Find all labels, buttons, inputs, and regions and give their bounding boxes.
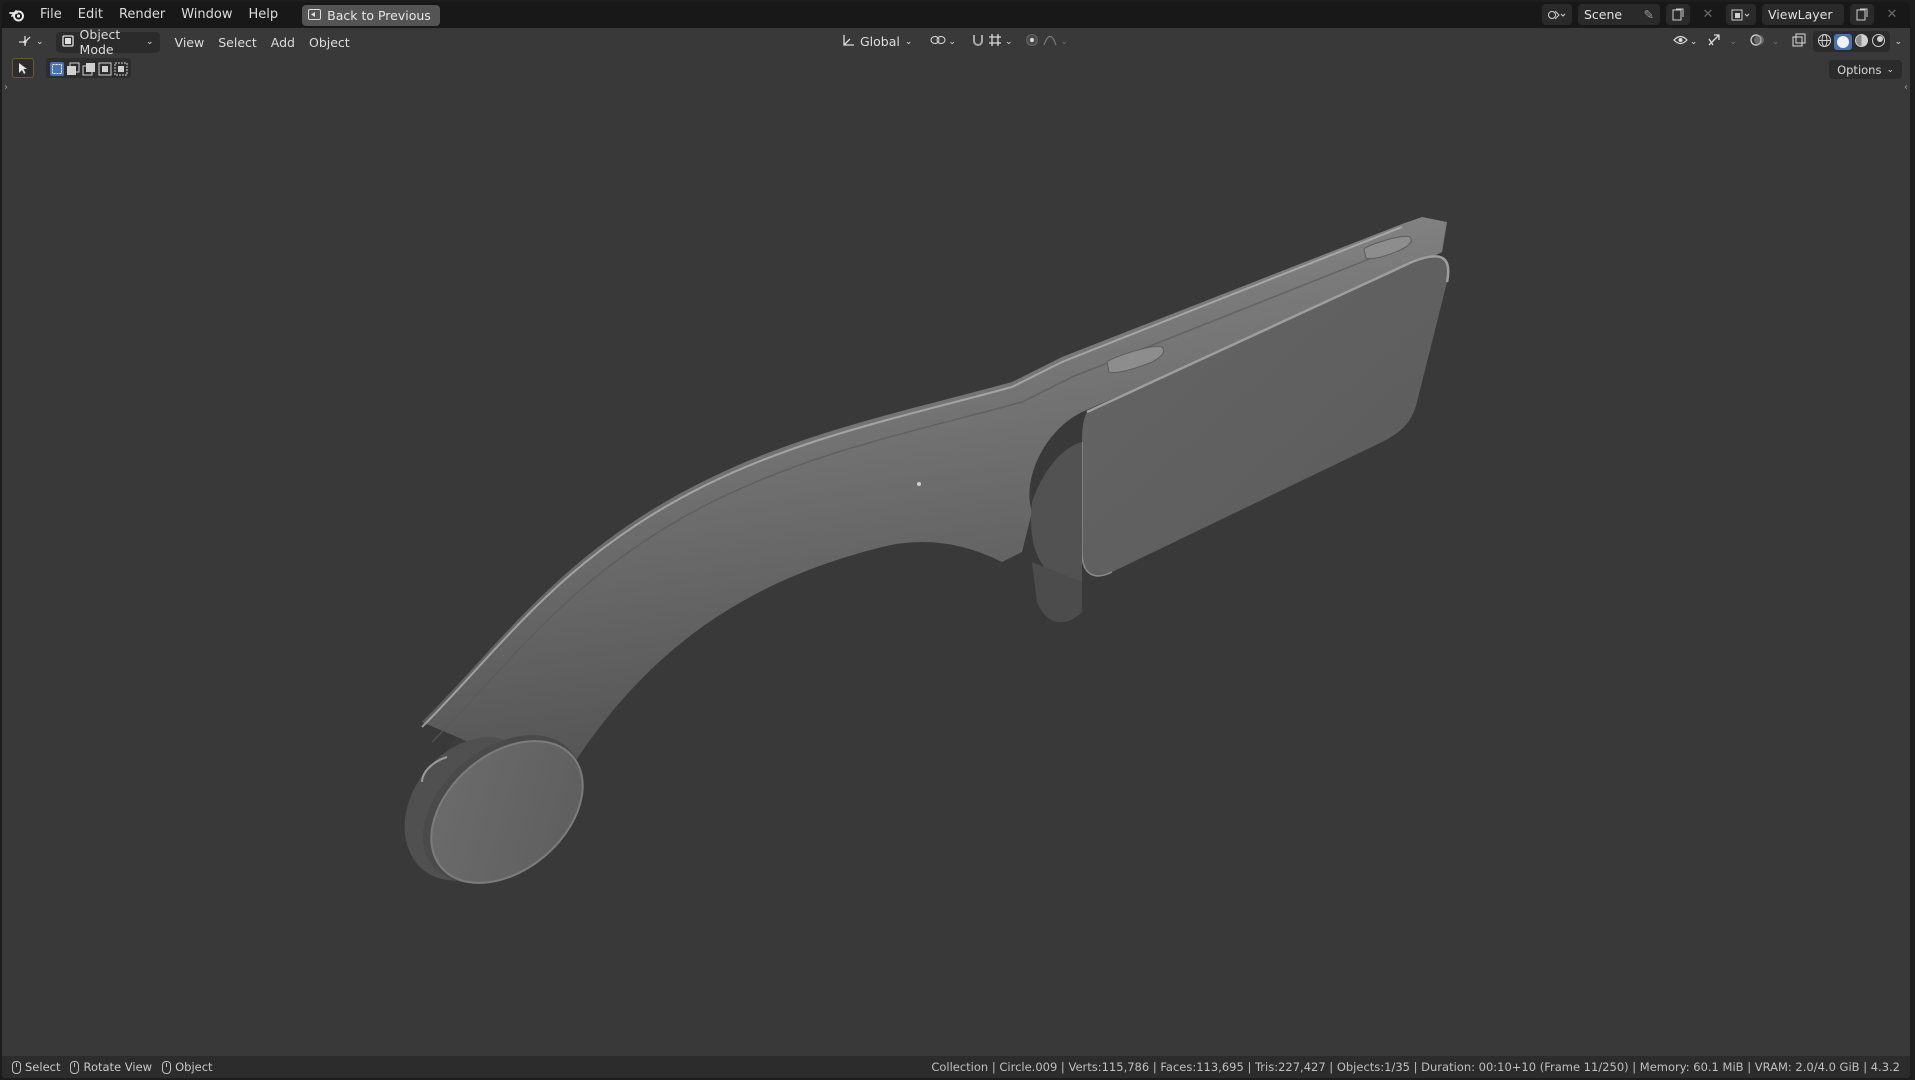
back-to-previous-button[interactable]: Back to Previous [302,4,440,26]
mouse-right-icon [162,1060,172,1074]
hint-label: Select [25,1060,61,1074]
object-mode-icon [61,34,74,50]
chevron-down-icon: ⌄ [36,37,44,47]
status-hint-select: Select [12,1060,60,1074]
options-label: Options [1837,62,1882,77]
solid-shading-icon[interactable] [1834,33,1853,50]
chevron-down-icon[interactable]: ⌄ [1894,37,1902,47]
scene-name-field[interactable]: Scene ✎ [1578,4,1660,25]
falloff-icon[interactable] [1042,34,1057,49]
proportional-editing-controls[interactable]: ⌄ [1022,31,1072,52]
snap-controls[interactable]: ⌄ [968,31,1016,52]
chevron-down-icon: ⌄ [1689,36,1698,47]
hint-label: Object [175,1060,213,1074]
options-dropdown[interactable]: Options ⌄ [1829,60,1902,79]
magnet-icon[interactable] [971,33,985,50]
orientation-axes-icon [842,34,855,50]
visibility-dropdown[interactable]: ⌄ [1670,31,1701,52]
delete-scene-icon[interactable]: ✕ [1696,4,1720,25]
select-invert-icon[interactable] [98,62,112,75]
xray-icon [1792,33,1806,50]
handset-model[interactable] [2,82,1910,1054]
selection-mode-group [46,58,131,78]
view-layer-field[interactable]: ViewLayer [1762,4,1844,25]
menu-file[interactable]: File [32,4,70,26]
chevron-down-icon: ⌄ [1004,36,1013,47]
chevron-down-icon: ⌄ [904,36,913,47]
menu-view[interactable]: View [168,32,212,53]
top-bar: File Edit Render Window Help Back to Pre… [2,2,1910,28]
pivot-link-icon [930,34,946,49]
status-hint-object: Object [162,1060,213,1074]
shading-mode-group [1813,31,1891,52]
3d-viewport-icon [18,34,33,50]
overlays-icon [1750,33,1765,50]
xray-toggle[interactable] [1789,31,1809,52]
overlays-toggle[interactable] [1747,31,1768,52]
back-to-previous-label: Back to Previous [327,7,431,23]
chevron-down-icon: ⌄ [1886,64,1894,75]
toolbar-expand-arrow-icon[interactable]: › [4,82,8,93]
blender-window: File Edit Render Window Help Back to Pre… [2,2,1910,1078]
menu-object[interactable]: Object [302,32,357,53]
status-hint-rotate-view: Rotate View [70,1060,152,1074]
transform-orientation-dropdown[interactable]: Global ⌄ [836,31,918,52]
view-layer-name: ViewLayer [1768,7,1833,22]
eye-icon [1672,34,1688,49]
status-bar: Select Rotate View Object Collection | C… [2,1056,1910,1078]
select-new-icon[interactable] [50,61,64,76]
delete-view-layer-icon[interactable]: ✕ [1880,4,1904,25]
mouse-left-icon [12,1060,21,1074]
material-preview-icon[interactable] [1854,33,1869,51]
scene-name: Scene [1584,7,1623,22]
scene-statistics: Collection | Circle.009 | Verts:115,786 … [931,1060,1900,1074]
mouse-middle-icon [70,1060,80,1074]
transform-tools: Global ⌄ ⌄ ⌄ ⌄ [836,31,1071,52]
wireframe-shading-icon[interactable] [1817,33,1832,51]
menu-help[interactable]: Help [241,4,287,26]
topbar-right: Scene ✎ ✕ ViewLayer ✕ [1542,4,1904,25]
menu-render[interactable]: Render [111,4,173,26]
view-layer-selector-icon[interactable] [1726,4,1756,25]
mode-label: Object Mode [79,27,121,57]
editor-type-button[interactable]: ⌄ [12,32,50,53]
viewport-header: ⌄ Object Mode ⌄ View Select Add Object G… [2,27,1910,57]
sidebar-expand-arrow-icon[interactable]: ‹ [1904,82,1908,93]
rendered-shading-icon[interactable] [1871,33,1886,51]
gizmo-icon [1707,33,1722,50]
pivot-point-dropdown[interactable]: ⌄ [924,31,962,52]
gizmo-toggle[interactable] [1704,31,1725,52]
proportional-edit-icon[interactable] [1025,33,1039,50]
menu-select[interactable]: Select [211,32,264,53]
viewport-display-tools: ⌄ ⌄ ⌄ ⌄ [1670,31,1902,52]
menu-edit[interactable]: Edit [70,4,111,26]
3d-viewport[interactable]: › ‹ [2,82,1910,1054]
chevron-down-icon: ⌄ [146,37,154,47]
select-intersect-icon[interactable] [114,62,128,75]
hint-label: Rotate View [83,1060,153,1074]
screen-back-icon [308,8,322,23]
chevron-down-icon[interactable]: ⌄ [1772,37,1780,47]
new-view-layer-icon[interactable] [1850,4,1874,25]
new-scene-icon[interactable] [1666,4,1690,25]
tool-settings-row [12,58,131,78]
blender-logo-icon[interactable] [2,4,32,26]
chevron-down-icon[interactable]: ⌄ [1729,37,1737,47]
select-extend-icon[interactable] [66,62,80,75]
select-tool-icon[interactable] [12,58,34,78]
orientation-label: Global [860,34,900,49]
pin-icon[interactable]: ✎ [1644,7,1654,22]
chevron-down-icon: ⌄ [1060,36,1069,47]
snap-grid-icon[interactable] [988,33,1002,50]
scene-selector-icon[interactable] [1542,4,1572,25]
select-subtract-icon[interactable] [82,62,95,75]
menu-window[interactable]: Window [173,4,240,26]
chevron-down-icon: ⌄ [948,36,956,47]
menu-add[interactable]: Add [264,32,302,53]
object-mode-dropdown[interactable]: Object Mode ⌄ [55,27,160,57]
